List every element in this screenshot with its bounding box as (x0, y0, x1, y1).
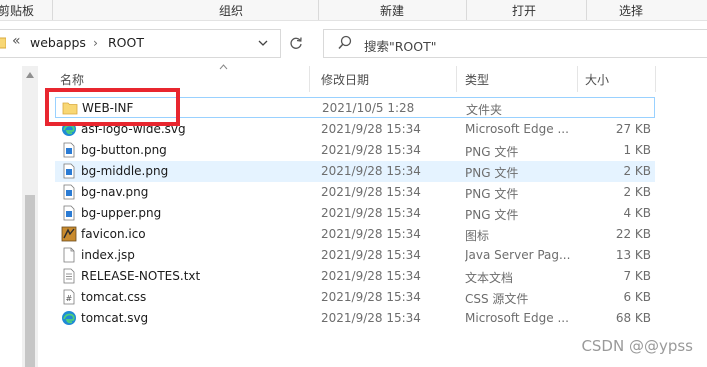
column-divider[interactable] (655, 66, 656, 92)
chevron-down-icon[interactable] (258, 40, 268, 46)
file-date: 2021/9/28 15:34 (321, 248, 421, 262)
column-divider[interactable] (309, 66, 310, 92)
file-type: 图标 (465, 229, 490, 243)
file-name: favicon.ico (81, 227, 146, 241)
breadcrumb-webapps[interactable]: webapps (30, 35, 86, 50)
image-file-icon (63, 163, 75, 179)
file-date: 2021/9/28 15:34 (321, 122, 421, 136)
file-date: 2021/9/28 15:34 (321, 227, 421, 241)
file-size: 22 KB (615, 227, 651, 241)
breadcrumb-separator-icon: › (93, 35, 98, 50)
css-file-icon: # (63, 289, 75, 305)
ribbon-divider (586, 0, 587, 20)
file-date: 2021/9/28 15:34 (321, 164, 421, 178)
file-row[interactable]: bg-button.png 2021/9/28 15:34 PNG 文件 1 K… (55, 140, 655, 161)
file-row[interactable]: RELEASE-NOTES.txt 2021/9/28 15:34 文本文档 7… (55, 266, 655, 287)
file-type: PNG 文件 (465, 187, 519, 201)
file-date: 2021/9/28 15:34 (321, 185, 421, 199)
refresh-button[interactable] (282, 29, 309, 56)
file-size: 7 KB (623, 269, 651, 283)
file-row[interactable]: # tomcat.css 2021/9/28 15:34 CSS 源文件 6 K… (55, 287, 655, 308)
ribbon-group-clipboard: 剪贴板 (0, 4, 35, 18)
file-type: PNG 文件 (465, 208, 519, 222)
highlight-annotation-box (45, 88, 180, 126)
image-file-icon (63, 205, 75, 221)
file-size: 68 KB (615, 311, 651, 325)
ribbon-divider (318, 0, 319, 20)
watermark: CSDN @@ypss (581, 337, 693, 355)
column-date-modified[interactable]: 修改日期 (321, 71, 369, 88)
file-size: 27 KB (615, 122, 651, 136)
navigation-scrollbar-thumb[interactable] (25, 195, 35, 367)
search-placeholder: 搜索"ROOT" (364, 39, 437, 54)
document-icon (63, 247, 75, 263)
file-row[interactable]: tomcat.svg 2021/9/28 15:34 Microsoft Edg… (55, 308, 655, 329)
column-type[interactable]: 类型 (465, 71, 489, 88)
file-type: PNG 文件 (465, 145, 519, 159)
file-name: bg-upper.png (81, 206, 162, 220)
file-type: 文本文档 (465, 271, 514, 285)
file-size: 13 KB (615, 248, 651, 262)
text-file-icon (63, 268, 75, 284)
breadcrumb-root[interactable]: ROOT (108, 35, 144, 50)
file-date: 2021/9/28 15:34 (321, 143, 421, 157)
column-divider[interactable] (456, 66, 457, 92)
file-size: 1 KB (623, 143, 651, 157)
file-name: bg-button.png (81, 143, 167, 157)
image-file-icon (63, 184, 75, 200)
file-row[interactable]: bg-nav.png 2021/9/28 15:34 PNG 文件 2 KB (55, 182, 655, 203)
file-date: 2021/9/28 15:34 (321, 290, 421, 304)
column-size[interactable]: 大小 (585, 71, 609, 88)
file-date: 2021/10/5 1:28 (322, 101, 415, 115)
address-bar[interactable]: « webapps › ROOT (0, 29, 281, 58)
scroll-up-arrow-icon[interactable] (26, 72, 34, 78)
edge-icon (62, 311, 76, 325)
ribbon-divider (466, 0, 467, 20)
file-name: bg-nav.png (81, 185, 149, 199)
file-name: tomcat.svg (81, 311, 149, 325)
file-date: 2021/9/28 15:34 (321, 311, 421, 325)
search-box[interactable]: 搜索"ROOT" (323, 29, 707, 58)
icon-file-icon (61, 226, 77, 242)
sort-ascending-icon (219, 64, 228, 70)
ribbon-divider (52, 0, 53, 20)
ribbon-group-new: 新建 (380, 4, 405, 18)
ribbon-group-organize: 组织 (219, 4, 244, 18)
folder-icon (0, 37, 6, 49)
refresh-icon (289, 36, 302, 49)
file-date: 2021/9/28 15:34 (321, 269, 421, 283)
file-row[interactable]: index.jsp 2021/9/28 15:34 Java Server Pa… (55, 245, 655, 266)
svg-text:#: # (66, 294, 73, 303)
file-row[interactable]: bg-upper.png 2021/9/28 15:34 PNG 文件 4 KB (55, 203, 655, 224)
file-type: Microsoft Edge ... (465, 311, 569, 325)
file-size: 2 KB (623, 185, 651, 199)
overflow-chevron-icon[interactable]: « (12, 33, 21, 49)
file-name: index.jsp (81, 248, 135, 262)
file-name: bg-middle.png (81, 164, 169, 178)
file-size: 4 KB (623, 206, 651, 220)
ribbon-group-labels: 剪贴板 组织 新建 打开 选择 (0, 0, 707, 21)
file-type: CSS 源文件 (465, 292, 529, 306)
image-file-icon (63, 142, 75, 158)
file-size: 6 KB (623, 290, 651, 304)
file-name: RELEASE-NOTES.txt (81, 269, 201, 283)
ribbon-group-open: 打开 (512, 4, 537, 18)
file-type: PNG 文件 (465, 166, 519, 180)
file-date: 2021/9/28 15:34 (321, 206, 421, 220)
ribbon-group-select: 选择 (619, 4, 644, 18)
file-type: 文件夹 (466, 103, 503, 117)
column-name[interactable]: 名称 (60, 71, 84, 88)
file-row-hovered[interactable]: bg-middle.png 2021/9/28 15:34 PNG 文件 2 K… (55, 161, 655, 182)
file-type: Java Server Pag... (465, 248, 571, 262)
file-size: 2 KB (623, 164, 651, 178)
file-row[interactable]: favicon.ico 2021/9/28 15:34 图标 22 KB (55, 224, 655, 245)
search-icon (338, 35, 352, 49)
column-divider[interactable] (577, 66, 578, 92)
file-name: tomcat.css (81, 290, 147, 304)
file-type: Microsoft Edge ... (465, 122, 569, 136)
